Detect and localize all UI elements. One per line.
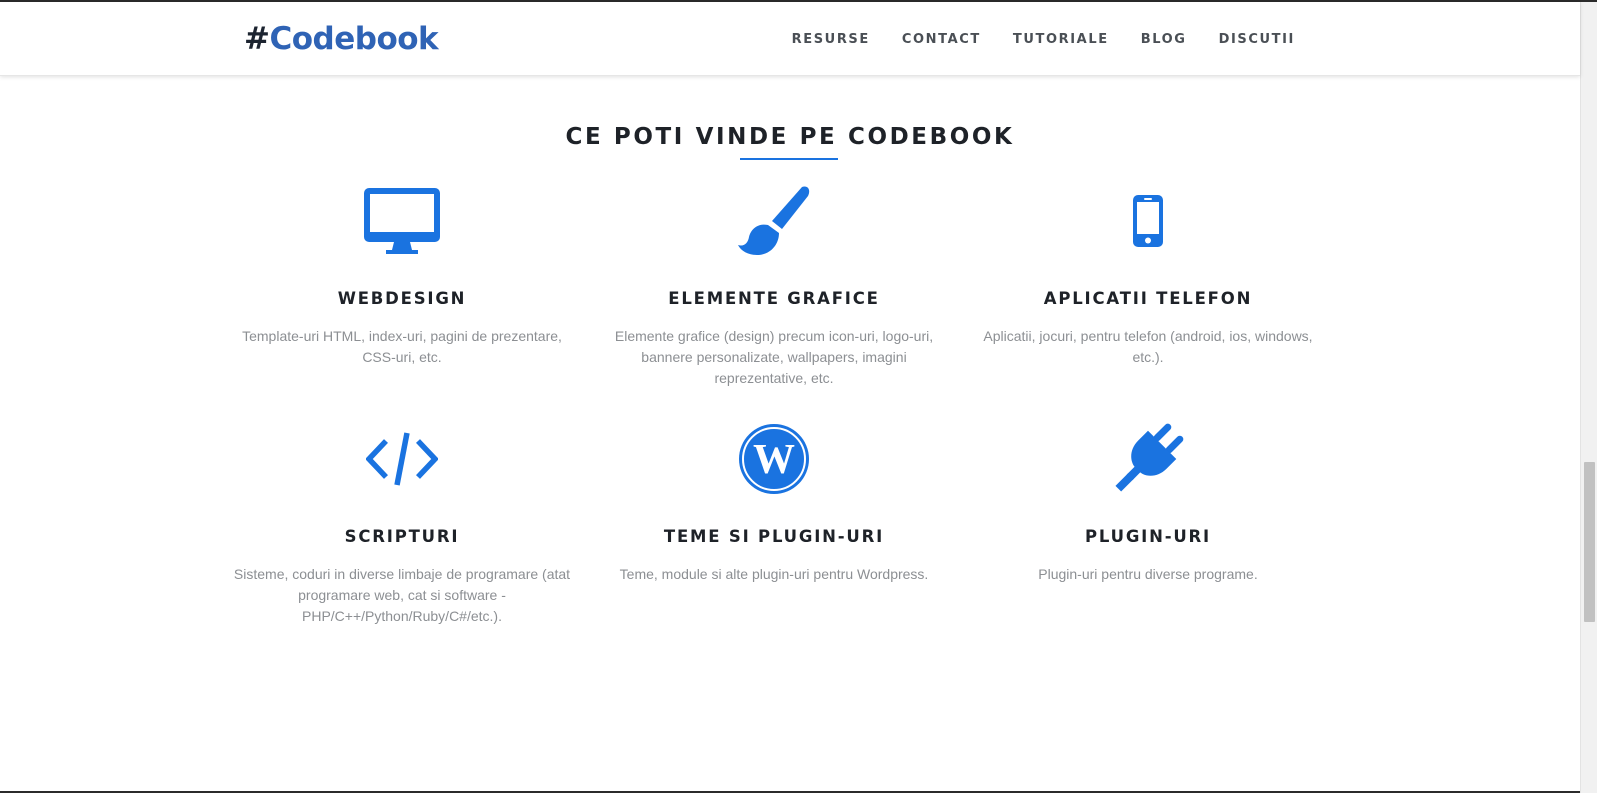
svg-text:W: W — [753, 437, 795, 483]
service-description: Sisteme, coduri in diverse limbaje de pr… — [233, 566, 571, 624]
service-title: APLICATII TELEFON — [1043, 289, 1253, 308]
section-title: CE POTI VINDE PE CODEBOOK — [565, 124, 1015, 150]
service-webdesign: WEBDESIGN Template-uri HTML, index-uri, … — [212, 184, 592, 368]
service-elemente-grafice: ELEMENTE GRAFICE Elemente grafice (desig… — [584, 184, 964, 389]
code-icon — [212, 422, 592, 496]
service-title: SCRIPTURI — [344, 527, 460, 546]
logo-text: Codebook — [269, 21, 439, 57]
nav-item-tutoriale[interactable]: TUTORIALE — [1013, 31, 1109, 49]
nav-item-resurse[interactable]: RESURSE — [792, 31, 870, 49]
main-nav: RESURSE CONTACT TUTORIALE BLOG DISCUTII — [760, 31, 1295, 49]
service-description: Teme, module si alte plugin-uri pentru W… — [619, 566, 929, 582]
service-title: WEBDESIGN — [337, 289, 467, 308]
service-description: Aplicatii, jocuri, pentru telefon (andro… — [983, 328, 1313, 365]
wordpress-icon: W — [584, 422, 964, 496]
service-description: Elemente grafice (design) precum icon-ur… — [614, 328, 934, 386]
paintbrush-icon — [584, 184, 964, 258]
title-underline — [740, 158, 838, 160]
service-description: Template-uri HTML, index-uri, pagini de … — [242, 328, 562, 365]
service-title: PLUGIN-URI — [1085, 527, 1211, 546]
site-logo[interactable]: #Codebook — [244, 20, 439, 58]
service-teme-plugin-uri: W TEME SI PLUGIN-URI Teme, module si alt… — [584, 422, 964, 585]
service-plugin-uri: PLUGIN-URI Plugin-uri pentru diverse pro… — [958, 422, 1338, 585]
site-header: #Codebook RESURSE CONTACT TUTORIALE BLOG… — [0, 2, 1580, 76]
service-scripturi: SCRIPTURI Sisteme, coduri in diverse lim… — [212, 422, 592, 627]
nav-item-contact[interactable]: CONTACT — [902, 31, 981, 49]
service-title: TEME SI PLUGIN-URI — [663, 527, 885, 546]
nav-item-discutii[interactable]: DISCUTII — [1219, 31, 1295, 49]
service-title: ELEMENTE GRAFICE — [668, 289, 880, 308]
service-description: Plugin-uri pentru diverse programe. — [1038, 566, 1258, 582]
logo-hash: # — [244, 21, 270, 57]
page-scrollbar[interactable] — [1580, 2, 1597, 793]
plug-icon — [958, 422, 1338, 496]
desktop-icon — [212, 184, 592, 258]
nav-item-blog[interactable]: BLOG — [1141, 31, 1187, 49]
service-aplicatii-telefon: APLICATII TELEFON Aplicatii, jocuri, pen… — [958, 184, 1338, 368]
scrollbar-thumb[interactable] — [1584, 462, 1595, 622]
mobile-phone-icon — [958, 184, 1338, 258]
